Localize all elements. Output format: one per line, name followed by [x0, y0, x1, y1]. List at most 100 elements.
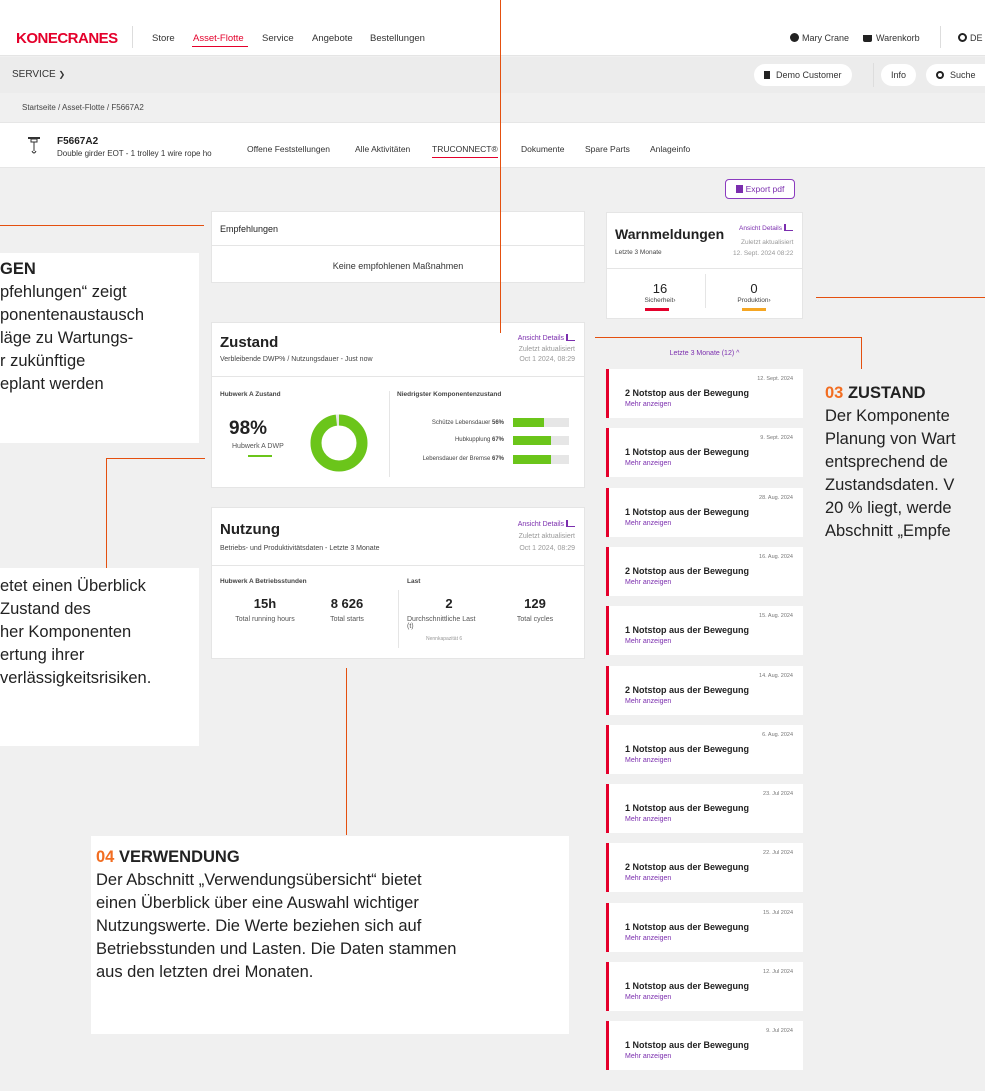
component-row: Schütze Lebensdauer 56%: [432, 420, 504, 426]
annotation-line: Nutzungswerte. Die Werte beziehen sich a…: [96, 917, 422, 935]
customer-name: Demo Customer: [776, 70, 842, 80]
export-pdf-button[interactable]: Export pdf: [725, 179, 795, 199]
nav-angebote[interactable]: Angebote: [312, 33, 353, 44]
alert-item[interactable]: 23. Jul 2024 1 Notstop aus der Bewegung Me…: [606, 784, 803, 834]
component-label: Hubkupplung: [454, 437, 491, 443]
annotation-line: 20 % liegt, werde: [825, 499, 952, 517]
konecranes-logo[interactable]: KONECRANES: [16, 30, 118, 47]
tab-anlageinfo[interactable]: Anlageinfo: [650, 144, 690, 154]
alert-item[interactable]: 15. Jul 2024 1 Notstop aus der Bewegung Me…: [606, 902, 803, 952]
component-bar-fill: [513, 455, 551, 464]
tab-offene-feststellungen[interactable]: Offene Feststellungen: [247, 144, 330, 154]
annotation-line: r zukünftige: [0, 352, 86, 370]
annotation-connector: [816, 297, 985, 298]
cart-link[interactable]: Warenkorb: [863, 33, 920, 43]
alert-more-link[interactable]: Mehr anzeigen: [625, 460, 671, 467]
warnmeldungen-updated-date: 12. Sept. 2024 08:22: [733, 250, 794, 257]
starts-value: 8 626: [330, 596, 364, 611]
divider: [211, 376, 585, 377]
annotation-overview: etet einen Überblick Zustand des her Kom…: [0, 568, 199, 746]
alert-item[interactable]: 16. Aug. 2024 2 Notstop aus der Bewegung M…: [606, 546, 803, 596]
alert-title: 1 Notstop aus der Bewegung: [625, 981, 750, 991]
alert-item[interactable]: 9. Jul 2024 1 Notstop aus der Bewegung Meh…: [606, 1021, 803, 1071]
alert-more-link[interactable]: Mehr anzeigen: [625, 816, 671, 823]
annotation-line: Zustandsdaten. V: [825, 476, 955, 494]
safety-label: Sicherheit: [644, 297, 674, 304]
alert-item[interactable]: 9. Sept. 2024 1 Notstop aus der Bewegung M…: [606, 428, 803, 478]
alert-date: 9. Sept. 2024: [760, 435, 793, 442]
alert-more-link[interactable]: Mehr anzeigen: [625, 935, 671, 942]
alert-more-link[interactable]: Mehr anzeigen: [625, 1053, 671, 1060]
alert-more-link[interactable]: Mehr anzeigen: [625, 875, 671, 882]
production-link[interactable]: Produktion›: [724, 297, 784, 304]
alert-item[interactable]: 12. Jul 2024 1 Notstop aus der Bewegung Me…: [606, 962, 803, 1011]
alert-more-link[interactable]: Mehr anzeigen: [625, 401, 671, 408]
alert-item[interactable]: 14. Aug. 2024 2 Notstop aus der Bewegung M…: [606, 665, 803, 715]
tab-dokumente[interactable]: Dokumente: [521, 144, 564, 154]
annotation-connector: [500, 0, 501, 333]
alert-more-link[interactable]: Mehr anzeigen: [625, 994, 671, 1001]
cycles-value: 129: [524, 596, 546, 611]
alert-title: 1 Notstop aus der Bewegung: [625, 921, 750, 932]
alert-date: 28. Aug. 2024: [759, 494, 793, 501]
nav-active-indicator: [192, 46, 248, 47]
info-button[interactable]: Info: [881, 64, 917, 86]
warnmeldungen-details-link[interactable]: Ansicht Details: [739, 224, 793, 232]
annotation-connector: [106, 458, 107, 568]
running-hours-label: Total running hours: [235, 616, 295, 623]
annotation-line: Betriebsstunden und Lasten. Die Daten st…: [96, 940, 457, 958]
nav-service[interactable]: Service: [262, 33, 294, 44]
nutzung-details-link[interactable]: Ansicht Details: [518, 520, 575, 528]
language-selector[interactable]: DE: [958, 33, 983, 43]
alert-date: 22. Jul 2024: [763, 850, 793, 857]
alert-date: 12. Sept. 2024: [757, 376, 793, 382]
alert-title: 1 Notstop aus der Bewegung: [625, 743, 750, 754]
alert-more-link[interactable]: Mehr anzeigen: [625, 698, 671, 705]
tab-truconnect[interactable]: TRUCONNECT®: [432, 144, 498, 158]
search-button[interactable]: Suche: [926, 64, 985, 86]
annotation-title: GEN: [0, 260, 36, 278]
component-value: 67%: [491, 456, 504, 462]
nutzung-details-label: Ansicht Details: [517, 521, 564, 528]
customer-selector[interactable]: Demo Customer: [754, 64, 852, 86]
alert-item[interactable]: 6. Aug. 2024 1 Notstop aus der Bewegung Me…: [606, 724, 803, 774]
tab-alle-aktivitaeten[interactable]: Alle Aktivitäten: [355, 144, 410, 154]
pdf-icon: [735, 185, 743, 193]
safety-count: 16: [652, 281, 668, 296]
alert-date: 14. Aug. 2024: [759, 672, 793, 679]
warnmeldungen-title: Warnmeldungen: [615, 226, 725, 242]
alert-more-link[interactable]: Mehr anzeigen: [625, 579, 671, 586]
hubwerk-dwp-label: Hubwerk A DWP: [232, 443, 284, 450]
nav-asset-flotte[interactable]: Asset-Flotte: [193, 33, 244, 44]
divider: [705, 274, 706, 308]
alert-more-link[interactable]: Mehr anzeigen: [625, 520, 671, 527]
nav-bestellungen[interactable]: Bestellungen: [370, 33, 425, 44]
annotation-line: läge zu Wartungs-: [0, 329, 134, 347]
alert-item[interactable]: 15. Aug. 2024 1 Notstop aus der Bewegung M…: [606, 606, 803, 656]
nav-divider: [132, 26, 133, 48]
hubwerk-dwp-percent: 98%: [229, 418, 268, 439]
alert-more-link[interactable]: Mehr anzeigen: [625, 757, 671, 764]
service-dropdown[interactable]: SERVICE ❯: [12, 69, 65, 80]
component-value: 67%: [491, 437, 504, 443]
empfehlungen-empty-text: Keine empfohlenen Maßnahmen: [332, 261, 464, 271]
alert-item[interactable]: 28. Aug. 2024 1 Notstop aus der Bewegung M…: [606, 487, 803, 537]
alerts-filter-toggle[interactable]: Letzte 3 Monate (12) ^: [606, 350, 803, 357]
zustand-details-link[interactable]: Ansicht Details: [518, 334, 575, 342]
annotation-connector: [595, 337, 862, 338]
tab-spare-parts[interactable]: Spare Parts: [585, 144, 630, 154]
nav-store[interactable]: Store: [152, 33, 175, 44]
alert-item[interactable]: 22. Jul 2024 2 Notstop aus der Bewegung Me…: [606, 843, 803, 893]
annotation-line: Der Abschnitt „Verwendungsübersicht“ bie…: [96, 871, 422, 889]
bar-chart-icon: [566, 520, 575, 527]
divider: [211, 245, 585, 246]
zustand-updated-date: Oct 1 2024, 08:29: [519, 356, 575, 363]
alert-title: 2 Notstop aus der Bewegung: [625, 684, 750, 695]
component-bar-fill: [513, 436, 551, 445]
safety-link[interactable]: Sicherheit›: [630, 297, 690, 304]
alert-more-link[interactable]: Mehr anzeigen: [625, 638, 671, 645]
user-menu[interactable]: Mary Crane: [790, 33, 849, 43]
bar-chart-icon: [566, 334, 575, 341]
breadcrumb[interactable]: Startseite / Asset-Flotte / F5667A2: [22, 103, 144, 112]
alert-item[interactable]: 12. Sept. 2024 2 Notstop aus der Bewegung…: [606, 369, 803, 418]
